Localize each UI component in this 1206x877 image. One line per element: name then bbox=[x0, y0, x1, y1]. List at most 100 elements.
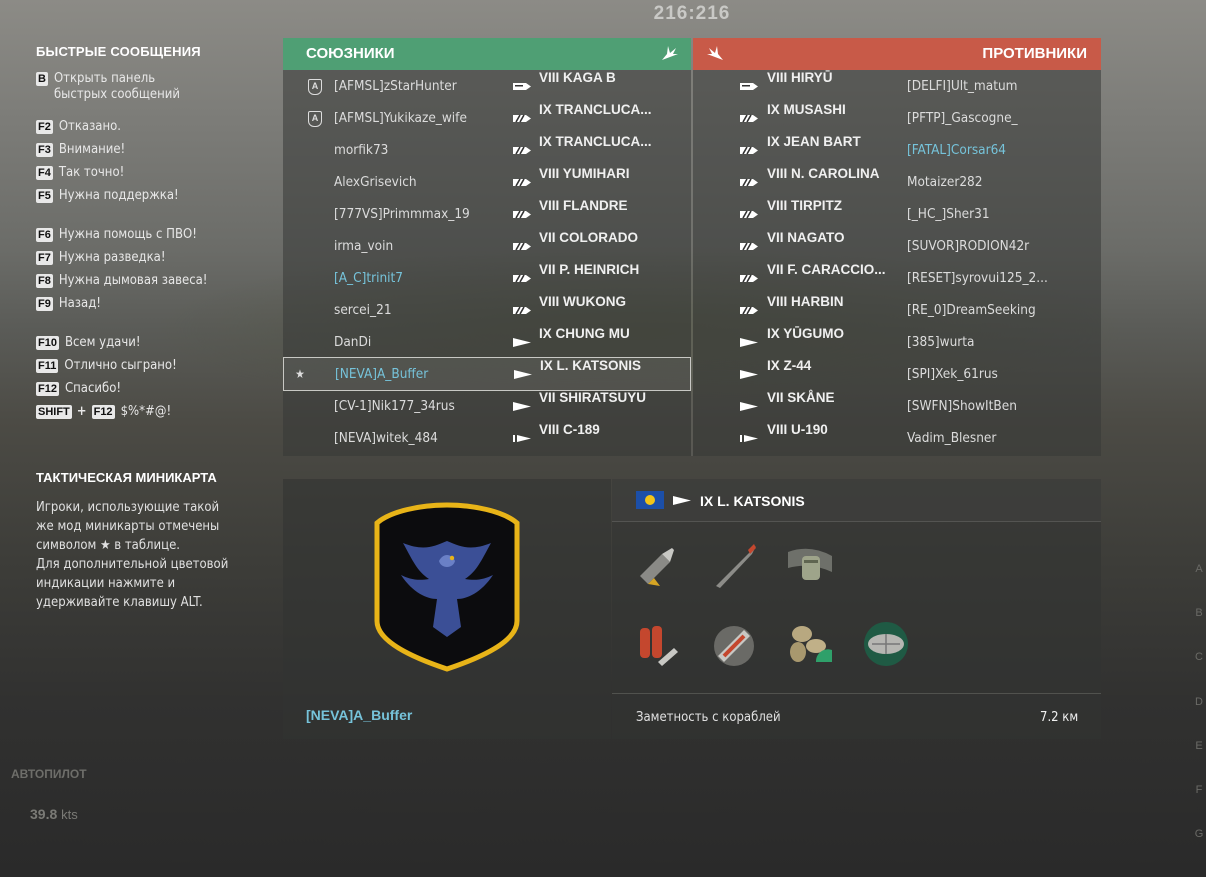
quick-message-item[interactable]: F4 Так точно! bbox=[36, 165, 276, 188]
quick-message-combo[interactable]: SHIFT + F12 $%*#@! bbox=[36, 404, 276, 427]
division-badge-icon: A bbox=[308, 111, 322, 127]
ship-name: IX MUSASHI bbox=[767, 102, 846, 117]
ally-row[interactable]: [NEVA]witek_484 VIII C-189 bbox=[283, 422, 691, 454]
player-name[interactable]: [CV-1]Nik177_34rus bbox=[334, 390, 455, 422]
key-b: B bbox=[36, 72, 48, 86]
player-name[interactable]: [RESET]syrovui125_2... bbox=[907, 262, 1048, 294]
selected-player-name: [NEVA]A_Buffer bbox=[306, 707, 413, 723]
ally-row[interactable]: AlexGrisevich VIII YUMIHARI bbox=[283, 166, 691, 198]
quick-message-item[interactable]: F9 Назад! bbox=[36, 296, 276, 319]
eagle-icon bbox=[707, 46, 723, 60]
player-name[interactable]: Vadim_Blesner bbox=[907, 422, 996, 454]
speed-indicator: 39.8 kts bbox=[30, 806, 78, 822]
player-name[interactable]: [AFMSL]zStarHunter bbox=[334, 70, 457, 102]
ally-row[interactable]: [CV-1]Nik177_34rus VII SHIRATSUYU bbox=[283, 390, 691, 422]
player-name[interactable]: irma_voin bbox=[334, 230, 393, 262]
enemy-row[interactable]: VIII N. CAROLINA Motaizer282 bbox=[693, 166, 1101, 198]
ally-row[interactable]: A [AFMSL]Yukikaze_wife IX TRANCLUCA... bbox=[283, 102, 691, 134]
quick-message-item[interactable]: F10 Всем удачи! bbox=[36, 335, 276, 358]
player-name[interactable]: [NEVA]A_Buffer bbox=[335, 358, 428, 390]
ship-name: IX Z-44 bbox=[767, 358, 812, 373]
player-name[interactable]: sercei_21 bbox=[334, 294, 392, 326]
ally-row[interactable]: [777VS]Primmmax_19 VIII FLANDRE bbox=[283, 198, 691, 230]
quick-message-item[interactable]: F11 Отлично сыграно! bbox=[36, 358, 276, 381]
player-name[interactable]: [FATAL]Corsar64 bbox=[907, 134, 1006, 166]
enemy-row[interactable]: IX JEAN BART [FATAL]Corsar64 bbox=[693, 134, 1101, 166]
ammo-upgrade-icon bbox=[640, 548, 674, 586]
tactical-minimap-title: ТАКТИЧЕСКАЯ МИНИКАРТА bbox=[36, 470, 217, 485]
speed-value: 39.8 bbox=[30, 806, 58, 822]
quick-message-text: Так точно! bbox=[58, 165, 125, 180]
ally-row[interactable]: A [AFMSL]zStarHunter VIII KAGA B bbox=[283, 70, 691, 102]
player-name[interactable]: [SUVOR]RODION42r bbox=[907, 230, 1029, 262]
enemy-row[interactable]: VII NAGATO [SUVOR]RODION42r bbox=[693, 230, 1101, 262]
ship-name: VIII N. CAROLINA bbox=[767, 166, 880, 181]
greece-flag-icon bbox=[636, 491, 664, 509]
battleship-class-icon bbox=[513, 274, 531, 283]
enemies-header: ПРОТИВНИКИ bbox=[693, 38, 1101, 70]
carrier-class-icon bbox=[740, 83, 758, 90]
tactical-line-4: Для дополнительной цветовой bbox=[36, 557, 229, 572]
destroyer-class-icon bbox=[740, 370, 758, 379]
quick-message-item[interactable]: F2 Отказано. bbox=[36, 119, 276, 142]
key-f10: F10 bbox=[36, 336, 59, 350]
key-f12: F12 bbox=[36, 382, 59, 396]
ally-row[interactable]: DanDi IX CHUNG MU bbox=[283, 326, 691, 358]
player-name[interactable]: [RE_0]DreamSeeking bbox=[907, 294, 1036, 326]
ship-name: VII COLORADO bbox=[539, 230, 639, 245]
key-f9: F9 bbox=[36, 297, 53, 311]
player-name[interactable]: [AFMSL]Yukikaze_wife bbox=[334, 102, 467, 134]
eagle-icon bbox=[662, 46, 678, 60]
enemy-row[interactable]: VIII U-190 Vadim_Blesner bbox=[693, 422, 1101, 454]
quick-message-item[interactable]: F8 Нужна дымовая завеса! bbox=[36, 273, 276, 296]
enemy-row[interactable]: VIII TIRPITZ [_HC_]Sher31 bbox=[693, 198, 1101, 230]
propulsion-icon bbox=[790, 626, 832, 662]
grid-letter: G bbox=[1194, 828, 1204, 841]
player-name[interactable]: [SPI]Xek_61rus bbox=[907, 358, 998, 390]
grid-letter: A bbox=[1195, 563, 1203, 575]
player-name[interactable]: Motaizer282 bbox=[907, 166, 983, 198]
player-name[interactable]: [_HC_]Sher31 bbox=[907, 198, 990, 230]
player-name[interactable]: [DELFI]Ult_matum bbox=[907, 70, 1018, 102]
player-name[interactable]: [PFTP]_Gascogne_ bbox=[907, 102, 1018, 134]
player-name[interactable]: [SWFN]ShowItBen bbox=[907, 390, 1017, 422]
speed-unit: kts bbox=[61, 807, 78, 822]
ally-row[interactable]: irma_voin VII COLORADO bbox=[283, 230, 691, 262]
ship-name: IX TRANCLUCA... bbox=[539, 102, 652, 117]
battleship-class-icon bbox=[740, 274, 758, 283]
enemy-row[interactable]: IX Z-44 [SPI]Xek_61rus bbox=[693, 358, 1101, 390]
battleship-class-icon bbox=[513, 306, 531, 315]
enemy-row[interactable]: VIII HARBIN [RE_0]DreamSeeking bbox=[693, 294, 1101, 326]
quick-message-item[interactable]: F5 Нужна поддержка! bbox=[36, 188, 276, 211]
player-name[interactable]: AlexGrisevich bbox=[334, 166, 417, 198]
enemy-row[interactable]: VII SKÅNE [SWFN]ShowItBen bbox=[693, 390, 1101, 422]
quick-message-item[interactable]: F7 Нужна разведка! bbox=[36, 250, 276, 273]
submarine-class-icon bbox=[513, 435, 531, 442]
quick-message-item[interactable]: F3 Внимание! bbox=[36, 142, 276, 165]
submarine-class-icon bbox=[740, 435, 758, 442]
ally-row[interactable]: morfik73 IX TRANCLUCA... bbox=[283, 134, 691, 166]
player-name[interactable]: [777VS]Primmmax_19 bbox=[334, 198, 470, 230]
battleship-class-icon bbox=[513, 114, 531, 123]
ally-row[interactable]: sercei_21 VIII WUKONG bbox=[283, 294, 691, 326]
player-name[interactable]: morfik73 bbox=[334, 134, 388, 166]
enemy-row[interactable]: VIII HIRYŪ [DELFI]Ult_matum bbox=[693, 70, 1101, 102]
selected-ship-name: IX L. KATSONIS bbox=[700, 493, 805, 509]
open-panel-hint: B Открыть панель быстрых сообщений bbox=[36, 71, 276, 111]
player-name[interactable]: [A_C]trinit7 bbox=[334, 262, 403, 294]
quick-message-item[interactable]: F6 Нужна помощь с ПВО! bbox=[36, 227, 276, 250]
quick-message-item[interactable]: F12 Спасибо! bbox=[36, 381, 276, 404]
enemy-row[interactable]: VII F. CARACCIO... [RESET]syrovui125_2... bbox=[693, 262, 1101, 294]
player-name[interactable]: [385]wurta bbox=[907, 326, 974, 358]
ship-name: IX JEAN BART bbox=[767, 134, 861, 149]
tactical-line-6: удерживайте клавишу ALT. bbox=[36, 595, 203, 610]
autopilot-label[interactable]: АВТОПИЛОТ bbox=[11, 767, 87, 781]
destroyer-class-icon bbox=[513, 402, 531, 411]
enemy-row[interactable]: IX MUSASHI [PFTP]_Gascogne_ bbox=[693, 102, 1101, 134]
ally-row-selected[interactable]: ★ [NEVA]A_Buffer IX L. KATSONIS bbox=[283, 357, 691, 391]
tactical-line-5: индикации нажмите и bbox=[36, 576, 176, 591]
player-name[interactable]: [NEVA]witek_484 bbox=[334, 422, 438, 454]
player-name[interactable]: DanDi bbox=[334, 326, 371, 358]
ally-row[interactable]: [A_C]trinit7 VII P. HEINRICH bbox=[283, 262, 691, 294]
enemy-row[interactable]: IX YŪGUMO [385]wurta bbox=[693, 326, 1101, 358]
